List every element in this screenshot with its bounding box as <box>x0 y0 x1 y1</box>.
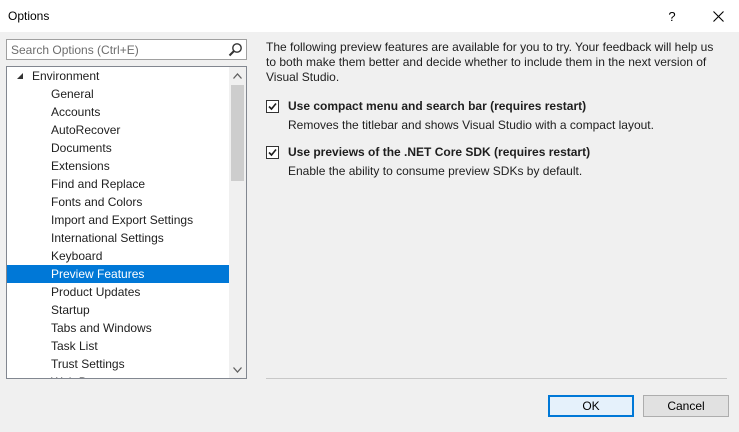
tree-item-label: AutoRecover <box>51 123 121 137</box>
search-icon[interactable] <box>228 42 243 57</box>
tree-item-label: Trust Settings <box>51 357 125 371</box>
tree-item[interactable]: Keyboard <box>7 247 230 265</box>
tree-item-label: Keyboard <box>51 249 103 263</box>
scroll-up-button[interactable] <box>229 67 246 84</box>
options-tree[interactable]: Environment General Accounts AutoRecover Do… <box>6 66 247 379</box>
tree-item-label: Import and Export Settings <box>51 213 194 227</box>
tree-item-label: Fonts and Colors <box>51 195 143 209</box>
close-icon <box>712 10 724 22</box>
tree-item-label: Find and Replace <box>51 177 146 191</box>
tree-item-label: Web Browser <box>51 375 123 378</box>
cancel-button[interactable]: Cancel <box>643 395 729 417</box>
option-label[interactable]: Use previews of the .NET Core SDK (requi… <box>288 145 590 159</box>
search-input[interactable] <box>11 42 221 58</box>
tree-item-label: Task List <box>51 339 98 353</box>
checkmark-icon <box>268 148 277 157</box>
tree-item-label: Accounts <box>51 105 101 119</box>
close-button[interactable] <box>698 0 738 32</box>
tree-item-label: Environment <box>32 69 100 83</box>
option-label[interactable]: Use compact menu and search bar (require… <box>288 99 586 113</box>
tree-item[interactable]: Tabs and Windows <box>7 319 230 337</box>
tree-item[interactable]: Web Browser <box>7 373 230 378</box>
ok-button[interactable]: OK <box>548 395 634 417</box>
tree-item-label: Tabs and Windows <box>51 321 152 335</box>
tree-item-label: Extensions <box>51 159 110 173</box>
tree-item[interactable]: International Settings <box>7 229 230 247</box>
collapse-triangle-icon[interactable] <box>16 72 24 80</box>
tree-item-label: General <box>51 87 94 101</box>
tree-item[interactable]: Accounts <box>7 103 230 121</box>
title-bar: Options ? <box>0 0 739 32</box>
tree-item[interactable]: AutoRecover <box>7 121 230 139</box>
tree-items: Environment General Accounts AutoRecover Do… <box>7 67 230 378</box>
checkmark-icon <box>268 102 277 111</box>
dotnet-preview-checkbox[interactable] <box>266 146 279 159</box>
option-sublabel: Enable the ability to consume preview SD… <box>288 164 583 178</box>
chevron-down-icon <box>233 366 242 373</box>
help-button[interactable]: ? <box>652 0 692 32</box>
tree-item[interactable]: Preview Features <box>7 265 229 283</box>
tree-item[interactable]: Import and Export Settings <box>7 211 230 229</box>
tree-item[interactable]: Find and Replace <box>7 175 230 193</box>
tree-item[interactable]: General <box>7 85 230 103</box>
tree-item-label: Product Updates <box>51 285 141 299</box>
search-box[interactable] <box>6 39 247 60</box>
preview-description: The following preview features are avail… <box>266 40 714 84</box>
scroll-thumb[interactable] <box>231 85 244 181</box>
tree-item[interactable]: Startup <box>7 301 230 319</box>
tree-item[interactable]: Extensions <box>7 157 230 175</box>
divider <box>266 378 727 379</box>
scroll-down-button[interactable] <box>229 361 246 378</box>
window-title: Options <box>8 9 50 23</box>
tree-item-label: International Settings <box>51 231 164 245</box>
compact-menu-checkbox[interactable] <box>266 100 279 113</box>
tree-item[interactable]: Product Updates <box>7 283 230 301</box>
tree-item-label: Preview Features <box>51 267 145 281</box>
tree-item[interactable]: Fonts and Colors <box>7 193 230 211</box>
tree-item[interactable]: Trust Settings <box>7 355 230 373</box>
option-sublabel: Removes the titlebar and shows Visual St… <box>288 118 654 132</box>
tree-item-label: Documents <box>51 141 112 155</box>
chevron-up-icon <box>233 72 242 79</box>
tree-item[interactable]: Documents <box>7 139 230 157</box>
tree-item-environment[interactable]: Environment <box>7 67 230 85</box>
tree-scrollbar[interactable] <box>229 67 246 378</box>
tree-item[interactable]: Task List <box>7 337 230 355</box>
tree-item-label: Startup <box>51 303 90 317</box>
